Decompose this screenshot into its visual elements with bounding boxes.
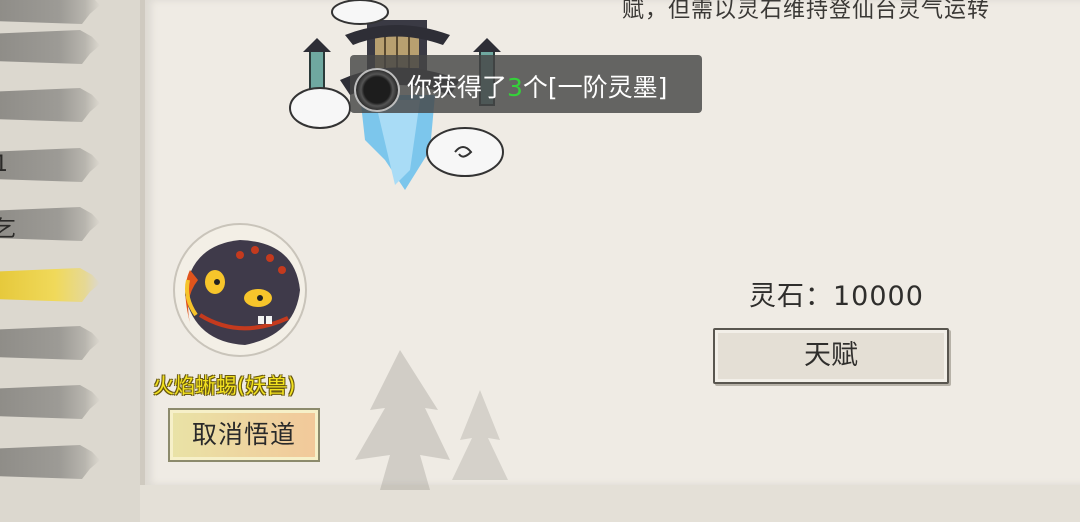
toast-count: 3 — [507, 73, 523, 102]
ink-tree-decoration — [355, 350, 508, 490]
toast-prefix: 你获得了 — [407, 73, 508, 102]
sidebar-tab-label: 1 — [0, 152, 8, 177]
sidebar-tab-7[interactable] — [0, 326, 100, 360]
sidebar-tab-8[interactable] — [0, 385, 100, 419]
reward-toast-text: 你获得了3个[一阶灵墨] — [407, 68, 667, 104]
bottom-strip — [140, 485, 1080, 522]
sidebar-tab-label: 乞 — [0, 217, 17, 242]
sidebar-tab-2[interactable] — [0, 30, 100, 64]
fire-lizard-portrait[interactable] — [170, 220, 310, 360]
sidebar-tab-1[interactable] — [0, 0, 100, 24]
sidebar-tab-9[interactable] — [0, 445, 100, 479]
sidebar-tab-active[interactable] — [0, 268, 100, 302]
toast-suffix: 个[一阶灵墨] — [522, 73, 668, 102]
sidebar-tab-4[interactable]: 1 — [0, 148, 100, 182]
sidebar-tab-5[interactable]: 乞 — [0, 207, 100, 241]
sidebar-tab-3[interactable] — [0, 88, 100, 122]
ink-item-icon — [354, 68, 400, 112]
talent-description: 赋，但需以灵石维持登仙台灵气运转 — [622, 0, 991, 23]
sidebar: 1 乞 — [0, 0, 150, 522]
creature-name: 火焰蜥蜴(妖兽) — [153, 374, 296, 398]
cancel-enlightenment-button[interactable]: 取消悟道 — [168, 408, 320, 462]
talent-button[interactable]: 天赋 — [713, 328, 949, 384]
spirit-stone-count: 灵石：10000 — [749, 281, 924, 312]
